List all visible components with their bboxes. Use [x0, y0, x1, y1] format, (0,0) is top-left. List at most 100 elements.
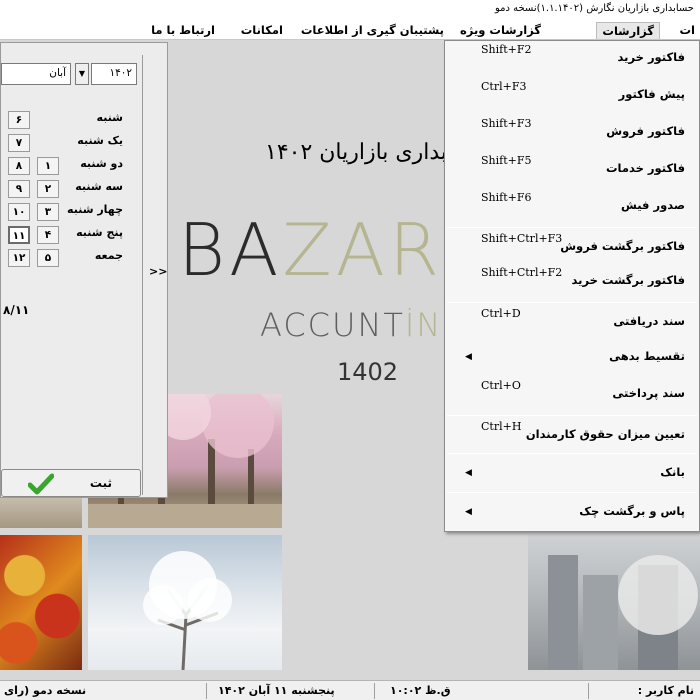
calendar-body: ۱۴۰۲ ▼ آبان شنبه یک شنبه دو شنبه سه شنبه…	[1, 55, 143, 495]
menu-item-proforma-invoice[interactable]: پیش فاکتور Ctrl+F3	[445, 78, 699, 114]
menu-item-shortcut: Ctrl+D	[481, 307, 521, 320]
logo-accounting-light: İN	[404, 306, 443, 344]
month-select[interactable]: آبان	[1, 63, 71, 85]
collapse-panel-button[interactable]: >>	[149, 265, 167, 278]
menu-item-shortcut: Shift+F6	[481, 191, 532, 204]
menu-item-label: سند دریافتی	[613, 314, 685, 328]
menu-item-contact-us[interactable]: ارتباط با ما	[146, 22, 220, 39]
save-button-label: ثبت	[89, 476, 112, 490]
photo-winter-tree	[88, 535, 282, 670]
menu-item-label: سند پرداختی	[612, 386, 685, 400]
menu-item-backup[interactable]: پشتیبان گیری از اطلاعات	[296, 22, 449, 39]
menu-item-shortcut: Shift+F5	[481, 154, 532, 167]
status-bar: نام کاربر : ق.ظ ۱۰:۰۲ پنجشنبه ۱۱ آبان ۱۴…	[0, 680, 700, 700]
logo-wordmark-light: ZARİ	[282, 208, 469, 292]
weekday-label: جمعه	[94, 249, 123, 262]
day-cell[interactable]: ۶	[8, 111, 30, 129]
checkmark-icon	[27, 473, 55, 498]
menu-separator	[447, 415, 697, 416]
menu-item-bank[interactable]: بانک ◀	[445, 456, 699, 492]
day-cell[interactable]: ۱۲	[8, 249, 30, 267]
menu-item-label: فاکتور خدمات	[606, 161, 685, 175]
day-cell[interactable]: ۳	[37, 203, 59, 221]
menu-item-sales-return-invoice[interactable]: فاکتور برگشت فروش Shift+Ctrl+F3	[445, 230, 699, 266]
menu-item-purchase-invoice[interactable]: فاکتور خرید Shift+F2	[445, 41, 699, 77]
menu-item-shortcut: Shift+F2	[481, 43, 532, 56]
logo-accounting-dark: ACCUNT	[260, 306, 405, 344]
weekday-label: چهار شنبه	[67, 203, 123, 216]
menu-item-shortcut: Shift+F3	[481, 117, 532, 130]
day-cell[interactable]: ۴	[37, 226, 59, 244]
photo-garden	[0, 495, 82, 528]
submenu-arrow-icon: ◀	[465, 468, 472, 478]
status-user-label: نام کاربر :	[637, 684, 694, 697]
menu-item-label: پیش فاکتور	[618, 87, 685, 101]
year-select[interactable]: ۱۴۰۲	[91, 63, 137, 85]
status-divider	[588, 683, 589, 699]
weekday-label: شنبه	[96, 111, 123, 124]
menu-separator	[447, 227, 697, 228]
menu-item-services-invoice[interactable]: فاکتور خدمات Shift+F5	[445, 152, 699, 188]
menu-separator	[447, 453, 697, 454]
weekday-label: سه شنبه	[75, 180, 123, 193]
menu-item-label: فاکتور خرید	[617, 50, 685, 64]
photo-city-buildings	[528, 535, 700, 670]
menu-item-label: فاکتور برگشت خرید	[571, 273, 685, 287]
menu-separator	[447, 492, 697, 493]
menu-item-partial[interactable]: ات	[675, 22, 700, 39]
day-cell[interactable]: ۸	[8, 157, 30, 175]
calendar-panel: ۱۴۰۲ ▼ آبان شنبه یک شنبه دو شنبه سه شنبه…	[0, 42, 168, 498]
logo-accounting: ACCUNTİN	[260, 306, 442, 344]
logo-year: 1402	[337, 358, 399, 386]
day-cell[interactable]: ۷	[8, 134, 30, 152]
chevron-down-icon[interactable]: ▼	[75, 63, 89, 85]
logo-wordmark-dark: BA	[178, 208, 283, 292]
menu-item-special-reports[interactable]: گزارشات ویژه	[455, 22, 546, 39]
submenu-arrow-icon: ◀	[465, 352, 472, 362]
day-cell[interactable]: ۲	[37, 180, 59, 198]
day-cell[interactable]: ۵	[37, 249, 59, 267]
menu-item-receipt-document[interactable]: سند دریافتی Ctrl+D	[445, 305, 699, 341]
day-cell[interactable]: ۱	[37, 157, 59, 175]
selected-date: ۸/۱۱	[3, 303, 30, 317]
menu-bar: ات گزارشات گزارشات ویژه پشتیبان گیری از …	[0, 20, 700, 40]
status-date: پنجشنبه ۱۱ آبان ۱۴۰۲	[218, 684, 335, 697]
menu-item-shortcut: Ctrl+H	[481, 420, 522, 433]
window-title: حسابداری بازاریان نگارش (۱.۱.۱۴۰۲)نسخه د…	[494, 3, 694, 14]
menu-item-sales-invoice[interactable]: فاکتور فروش Shift+F3	[445, 115, 699, 151]
menu-item-shortcut: Shift+Ctrl+F3	[481, 232, 563, 245]
status-divider	[374, 683, 375, 699]
menu-item-purchase-return-invoice[interactable]: فاکتور برگشت خرید Shift+Ctrl+F2	[445, 264, 699, 300]
menu-item-label: تقسیط بدهی	[609, 349, 685, 363]
day-cell-today[interactable]: ۱۱	[8, 226, 30, 244]
menu-item-debt-installments[interactable]: تقسیط بدهی ◀	[445, 340, 699, 376]
menu-item-shortcut: Ctrl+O	[481, 379, 521, 392]
weekday-label: پنج شنبه	[76, 226, 123, 239]
menu-item-label: تعیین میزان حقوق کارمندان	[525, 427, 685, 441]
reports-dropdown-menu: فاکتور خرید Shift+F2 پیش فاکتور Ctrl+F3 …	[444, 40, 700, 532]
save-button[interactable]: ثبت	[1, 469, 141, 497]
title-bar: حسابداری بازاریان نگارش (۱.۱.۱۴۰۲)نسخه د…	[0, 0, 700, 20]
day-cell[interactable]: ۹	[8, 180, 30, 198]
menu-item-label: بانک	[660, 465, 685, 479]
menu-item-employee-salary[interactable]: تعیین میزان حقوق کارمندان Ctrl+H	[445, 418, 699, 454]
status-time: ق.ظ ۱۰:۰۲	[390, 684, 451, 697]
menu-item-shortcut: Ctrl+F3	[481, 80, 527, 93]
menu-item-issue-receipt[interactable]: صدور فیش Shift+F6	[445, 189, 699, 225]
day-cell[interactable]: ۱۰	[8, 203, 30, 221]
menu-item-payment-document[interactable]: سند پرداختی Ctrl+O	[445, 377, 699, 413]
photo-autumn-leaves	[0, 535, 82, 670]
logo-wordmark: BAZARİ	[178, 208, 468, 292]
menu-item-features[interactable]: امکانات	[236, 22, 288, 39]
menu-item-label: پاس و برگشت چک	[579, 504, 685, 518]
status-version: نسخه دمو (رای	[4, 684, 87, 697]
weekday-label: دو شنبه	[80, 157, 123, 170]
menu-separator	[447, 302, 697, 303]
menu-item-label: فاکتور فروش	[606, 124, 685, 138]
menu-item-label: صدور فیش	[620, 198, 685, 212]
menu-item-shortcut: Shift+Ctrl+F2	[481, 266, 563, 279]
menu-item-reports[interactable]: گزارشات	[596, 22, 660, 39]
menu-item-cheque-clearing-return[interactable]: پاس و برگشت چک ◀	[445, 495, 699, 531]
weekday-label: یک شنبه	[77, 134, 123, 147]
submenu-arrow-icon: ◀	[465, 507, 472, 517]
